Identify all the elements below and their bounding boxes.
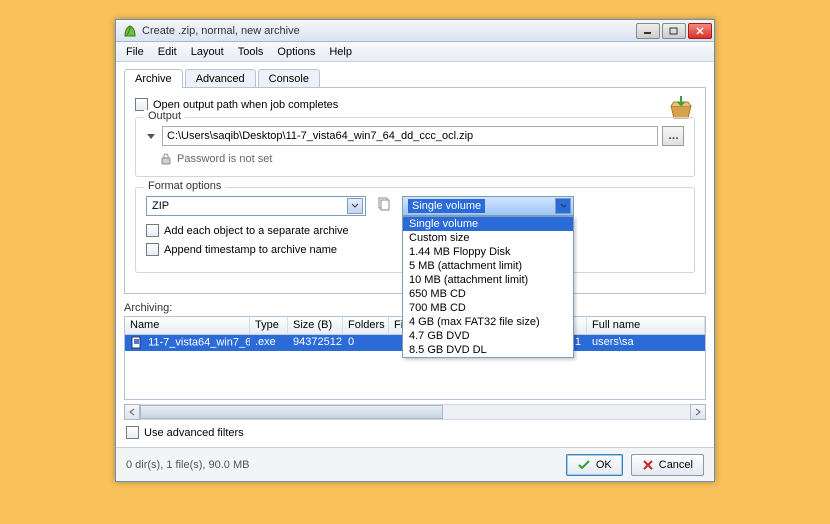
volume-option[interactable]: 700 MB CD bbox=[403, 301, 573, 315]
password-status: Password is not set bbox=[177, 153, 272, 165]
volume-option[interactable]: 4.7 GB DVD bbox=[403, 329, 573, 343]
browse-button[interactable]: … bbox=[662, 126, 684, 146]
advanced-filters-checkbox[interactable] bbox=[126, 426, 139, 439]
advanced-filters-label: Use advanced filters bbox=[144, 427, 244, 439]
status-text: 0 dir(s), 1 file(s), 90.0 MB bbox=[126, 459, 249, 471]
separate-archive-label: Add each object to a separate archive bbox=[164, 225, 349, 237]
close-button[interactable] bbox=[688, 23, 712, 39]
menu-help[interactable]: Help bbox=[323, 44, 358, 60]
open-output-label: Open output path when job completes bbox=[153, 99, 338, 111]
volume-size-combo[interactable]: Single volume Single volume Custom size … bbox=[402, 196, 574, 216]
horizontal-scrollbar[interactable] bbox=[124, 404, 706, 420]
volume-option[interactable]: 650 MB CD bbox=[403, 287, 573, 301]
menu-layout[interactable]: Layout bbox=[185, 44, 230, 60]
col-folders[interactable]: Folders bbox=[343, 317, 389, 334]
format-legend: Format options bbox=[144, 180, 225, 192]
append-timestamp-checkbox[interactable] bbox=[146, 243, 159, 256]
footer: 0 dir(s), 1 file(s), 90.0 MB OK Cancel bbox=[116, 447, 714, 481]
volume-option[interactable]: Custom size bbox=[403, 231, 573, 245]
menu-file[interactable]: File bbox=[120, 44, 150, 60]
archive-panel: Open output path when job completes Outp… bbox=[124, 87, 706, 294]
tabs: Archive Advanced Console bbox=[116, 62, 714, 87]
cross-icon bbox=[642, 459, 654, 471]
titlebar[interactable]: Create .zip, normal, new archive bbox=[116, 20, 714, 42]
app-window: Create .zip, normal, new archive File Ed… bbox=[115, 19, 715, 482]
cancel-button[interactable]: Cancel bbox=[631, 454, 704, 476]
scroll-thumb[interactable] bbox=[140, 405, 443, 419]
col-type[interactable]: Type bbox=[250, 317, 288, 334]
volume-size-dropdown: Single volume Custom size 1.44 MB Floppy… bbox=[402, 216, 574, 358]
tab-console[interactable]: Console bbox=[258, 69, 320, 88]
menu-edit[interactable]: Edit bbox=[152, 44, 183, 60]
col-size[interactable]: Size (B) bbox=[288, 317, 343, 334]
volume-option[interactable]: 10 MB (attachment limit) bbox=[403, 273, 573, 287]
format-group: Format options ZIP Single volume Single … bbox=[135, 187, 695, 273]
col-fullname[interactable]: Full name bbox=[587, 317, 705, 334]
separate-archive-checkbox[interactable] bbox=[146, 224, 159, 237]
maximize-button[interactable] bbox=[662, 23, 686, 39]
scroll-left-button[interactable] bbox=[124, 404, 140, 420]
window-title: Create .zip, normal, new archive bbox=[142, 25, 636, 37]
col-name[interactable]: Name bbox=[125, 317, 250, 334]
volume-size-value: Single volume bbox=[408, 199, 485, 213]
archive-format-combo[interactable]: ZIP bbox=[146, 196, 366, 216]
expand-icon[interactable] bbox=[147, 134, 155, 139]
volume-option[interactable]: Single volume bbox=[403, 217, 573, 231]
menubar: File Edit Layout Tools Options Help bbox=[116, 42, 714, 62]
output-group: Output C:\Users\saqib\Desktop\11-7_vista… bbox=[135, 117, 695, 177]
volume-option[interactable]: 8.5 GB DVD DL bbox=[403, 343, 573, 357]
chevron-down-icon bbox=[347, 198, 363, 214]
volume-option[interactable]: 1.44 MB Floppy Disk bbox=[403, 245, 573, 259]
file-icon bbox=[130, 336, 143, 349]
scroll-track[interactable] bbox=[140, 404, 690, 420]
menu-tools[interactable]: Tools bbox=[232, 44, 270, 60]
pages-icon[interactable] bbox=[376, 196, 392, 212]
check-icon bbox=[577, 459, 591, 471]
app-icon bbox=[122, 23, 138, 39]
volume-option[interactable]: 4 GB (max FAT32 file size) bbox=[403, 315, 573, 329]
output-legend: Output bbox=[144, 110, 185, 122]
minimize-button[interactable] bbox=[636, 23, 660, 39]
chevron-down-icon bbox=[555, 198, 571, 214]
append-timestamp-label: Append timestamp to archive name bbox=[164, 244, 337, 256]
tab-archive[interactable]: Archive bbox=[124, 69, 183, 88]
archive-format-value: ZIP bbox=[152, 200, 169, 212]
menu-options[interactable]: Options bbox=[271, 44, 321, 60]
scroll-right-button[interactable] bbox=[690, 404, 706, 420]
lock-icon bbox=[160, 152, 172, 166]
output-path-field[interactable]: C:\Users\saqib\Desktop\11-7_vista64_win7… bbox=[162, 126, 658, 146]
ok-button[interactable]: OK bbox=[566, 454, 623, 476]
volume-option[interactable]: 5 MB (attachment limit) bbox=[403, 259, 573, 273]
tab-advanced[interactable]: Advanced bbox=[185, 69, 256, 88]
